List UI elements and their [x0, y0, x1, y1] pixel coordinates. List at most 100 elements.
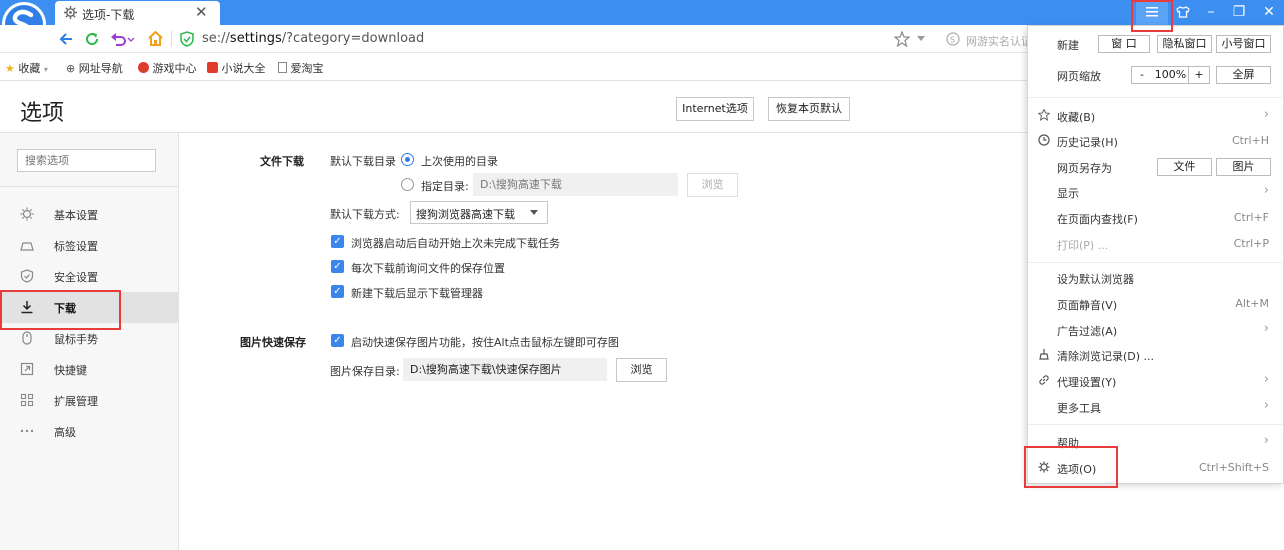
- zoom-in-button[interactable]: +: [1188, 66, 1210, 84]
- menu-item-find[interactable]: 在页面内查找(F) Ctrl+F: [1028, 206, 1283, 230]
- sidebar-item-tabs[interactable]: 标签设置: [0, 230, 179, 261]
- save-as-image-button[interactable]: 图片: [1216, 158, 1271, 176]
- maximize-button[interactable]: ❐: [1226, 0, 1252, 25]
- radio-specify-dir-label[interactable]: 指定目录:: [421, 178, 469, 194]
- menu-item-label: 更多工具: [1057, 402, 1101, 415]
- sidebar-item-security[interactable]: 安全设置: [0, 261, 179, 292]
- menu-item-favorites[interactable]: 收藏(B) ›: [1028, 104, 1283, 128]
- chevron-down-icon[interactable]: [917, 36, 925, 42]
- chevron-right-icon: ›: [1263, 433, 1269, 448]
- verify-text[interactable]: 网游实名认证: [966, 33, 1032, 49]
- sidebar: 基本设置 标签设置 安全设置 下载 鼠标手势 快捷键 扩展管理: [0, 133, 179, 550]
- skin-button[interactable]: [1170, 0, 1196, 25]
- back-icon[interactable]: [58, 31, 74, 47]
- radio-last-dir[interactable]: [401, 153, 414, 166]
- internet-options-button[interactable]: Internet选项: [676, 97, 754, 121]
- sidebar-item-advanced[interactable]: 高级: [0, 416, 179, 447]
- chevron-right-icon: ›: [1263, 398, 1269, 413]
- menu-item-adfilter[interactable]: 广告过滤(A) ›: [1028, 318, 1283, 342]
- menu-item-label: 历史记录(H): [1057, 136, 1118, 149]
- specify-dir-field[interactable]: D:\搜狗高速下载: [473, 173, 678, 196]
- checkbox-quick-save-label[interactable]: 启动快速保存图片功能，按住Alt点击鼠标左键即可存图: [351, 334, 619, 350]
- broom-icon: [1039, 349, 1049, 360]
- dots-icon: [20, 429, 34, 433]
- checkbox-ask-location[interactable]: ✓: [331, 260, 344, 273]
- menu-item-clear-history[interactable]: 清除浏览记录(D) ...: [1028, 343, 1283, 367]
- section-title-image: 图片快速保存: [240, 336, 306, 349]
- search-input[interactable]: [17, 149, 156, 172]
- undo-icon[interactable]: [110, 31, 134, 47]
- zoom-out-button[interactable]: -: [1131, 66, 1153, 84]
- sidebar-item-label: 标签设置: [54, 240, 98, 253]
- menu-item-print[interactable]: 打印(P) ... Ctrl+P: [1028, 232, 1283, 256]
- sidebar-item-basic[interactable]: 基本设置: [0, 199, 179, 230]
- url-text[interactable]: se://settings/?category=download: [202, 31, 424, 46]
- image-dir-label: 图片保存目录:: [330, 365, 400, 378]
- sidebar-item-extensions[interactable]: 扩展管理: [0, 385, 179, 416]
- grid-icon: [20, 393, 34, 407]
- menu-item-display[interactable]: 显示 ›: [1028, 180, 1283, 204]
- checkbox-resume[interactable]: ✓: [331, 235, 344, 248]
- save-as-file-button[interactable]: 文件: [1157, 158, 1212, 176]
- download-dir-label: 默认下载目录: [330, 155, 396, 168]
- close-button[interactable]: ✕: [1256, 0, 1282, 25]
- verify-icon: S: [946, 32, 960, 46]
- minimize-button[interactable]: –: [1198, 0, 1224, 25]
- star-icon: [1038, 109, 1050, 121]
- book-icon: [207, 62, 218, 73]
- image-browse-button[interactable]: 浏览: [616, 358, 667, 382]
- menu-item-label: 清除浏览记录(D) ...: [1057, 350, 1155, 363]
- browse-button-disabled[interactable]: 浏览: [687, 173, 738, 197]
- sidebar-item-label: 安全设置: [54, 271, 98, 284]
- clock-icon: [1038, 134, 1050, 146]
- new-private-window-button[interactable]: 隐私窗口: [1157, 35, 1212, 53]
- chevron-down-icon: ▾: [43, 65, 48, 74]
- tab-active[interactable]: 选项-下载 ✕: [55, 1, 220, 25]
- fullscreen-button[interactable]: 全屏: [1216, 66, 1271, 84]
- home-icon[interactable]: [147, 30, 164, 47]
- bookmark-item[interactable]: ★ 收藏 ▾: [5, 60, 48, 76]
- menu-divider: [1028, 424, 1283, 425]
- checkbox-show-manager-label[interactable]: 新建下载后显示下载管理器: [351, 285, 483, 301]
- image-dir-field[interactable]: D:\搜狗高速下载\快速保存图片: [403, 358, 607, 381]
- tab-close-button[interactable]: ✕: [195, 3, 208, 21]
- menu-item-mute[interactable]: 页面静音(V) Alt+M: [1028, 292, 1283, 316]
- game-icon: [138, 62, 149, 73]
- chevron-right-icon: ›: [1263, 183, 1269, 198]
- menu-shortcut: Ctrl+F: [1233, 211, 1269, 224]
- chevron-right-icon: ›: [1263, 372, 1269, 387]
- menu-item-label: 收藏(B): [1057, 111, 1096, 124]
- radio-last-dir-label[interactable]: 上次使用的目录: [421, 153, 498, 169]
- refresh-icon[interactable]: [84, 31, 100, 47]
- bookmark-label: 爱淘宝: [290, 62, 324, 75]
- menu-item-more-tools[interactable]: 更多工具 ›: [1028, 395, 1283, 419]
- restore-defaults-button[interactable]: 恢复本页默认: [768, 97, 850, 121]
- new-small-window-button[interactable]: 小号窗口: [1216, 35, 1271, 53]
- bookmark-item[interactable]: 小说大全: [207, 60, 266, 76]
- chevron-right-icon: ›: [1263, 321, 1269, 336]
- menu-item-proxy[interactable]: 代理设置(Y) ›: [1028, 369, 1283, 393]
- checkbox-resume-label[interactable]: 浏览器启动后自动开始上次未完成下载任务: [351, 235, 560, 251]
- url-rest: /?category=download: [281, 31, 425, 46]
- menu-shortcut: Ctrl+P: [1233, 237, 1269, 250]
- bookmark-item[interactable]: 爱淘宝: [278, 60, 324, 76]
- menu-item-label: 打印(P) ...: [1057, 239, 1109, 252]
- bookmark-item[interactable]: 游戏中心: [138, 60, 197, 76]
- checkbox-show-manager[interactable]: ✓: [331, 285, 344, 298]
- download-method-select[interactable]: 搜狗浏览器高速下载: [410, 201, 548, 224]
- menu-item-history[interactable]: 历史记录(H) Ctrl+H: [1028, 129, 1283, 153]
- sidebar-item-shortcuts[interactable]: 快捷键: [0, 354, 179, 385]
- checkbox-ask-location-label[interactable]: 每次下载前询问文件的保存位置: [351, 260, 505, 276]
- bookmark-label: 游戏中心: [152, 62, 197, 75]
- bookmark-star-icon[interactable]: [894, 31, 910, 47]
- new-window-button[interactable]: 窗 口: [1098, 35, 1150, 53]
- page-icon: [278, 62, 287, 73]
- radio-specify-dir[interactable]: [401, 178, 414, 191]
- menu-item-label: 页面静音(V): [1057, 299, 1118, 312]
- menu-row-saveas: 网页另存为 文件 图片: [1028, 155, 1283, 179]
- bookmark-item[interactable]: ⊕ 网址导航: [66, 60, 123, 76]
- menu-divider: [1028, 97, 1283, 98]
- checkbox-quick-save[interactable]: ✓: [331, 334, 344, 347]
- menu-item-default-browser[interactable]: 设为默认浏览器: [1028, 266, 1283, 290]
- menu-row-new: 新建 窗 口 隐私窗口 小号窗口: [1028, 32, 1283, 56]
